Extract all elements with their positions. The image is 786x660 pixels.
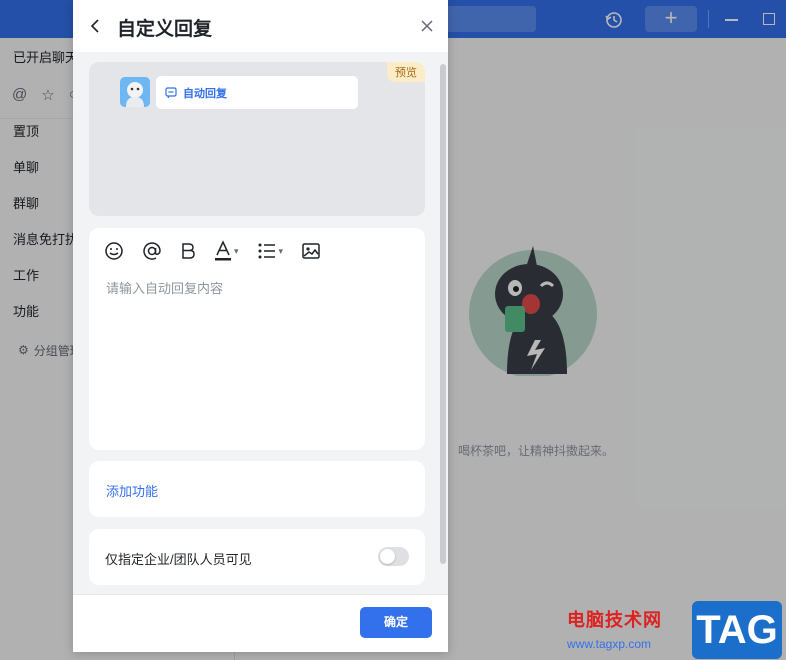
preview-badge: 预览	[387, 62, 425, 82]
text-color-icon[interactable]: ▾	[214, 240, 239, 262]
dialog-footer: 确定	[73, 594, 448, 652]
bubble-text: 自动回复	[183, 87, 227, 100]
chevron-down-icon: ▾	[278, 245, 284, 256]
chevron-down-icon: ▾	[234, 245, 239, 256]
watermark-text: 电脑技术网	[567, 610, 662, 630]
custom-reply-dialog: 自定义回复 预览 自动回复 ▾ ▾ 请输入自动回复内容 添加功能 仅指定企业/团…	[73, 0, 448, 652]
preview-bubble: 自动回复	[156, 76, 358, 109]
dialog-title: 自定义回复	[117, 19, 213, 40]
editor-toolbar: ▾ ▾	[104, 240, 339, 262]
back-icon[interactable]	[88, 17, 102, 35]
toggle-knob	[380, 549, 395, 564]
visibility-label: 仅指定企业/团队人员可见	[105, 552, 252, 567]
add-function-link[interactable]: 添加功能	[106, 481, 158, 500]
watermark-url: www.tagxp.com	[567, 637, 652, 651]
mention-icon[interactable]	[142, 240, 162, 262]
add-function-card: 添加功能	[89, 461, 425, 517]
preview-card: 预览 自动回复	[89, 62, 425, 216]
bold-icon[interactable]	[180, 240, 196, 262]
list-icon[interactable]: ▾	[257, 240, 284, 262]
confirm-button[interactable]: 确定	[360, 607, 432, 638]
reply-content-input[interactable]: 请输入自动回复内容	[106, 278, 223, 297]
image-icon[interactable]	[301, 240, 321, 262]
avatar	[120, 77, 150, 107]
watermark: 电脑技术网 www.tagxp.com TAG	[560, 600, 786, 660]
visibility-toggle[interactable]	[378, 547, 409, 566]
dialog-header: 自定义回复	[73, 0, 448, 52]
scrollbar[interactable]	[440, 64, 446, 564]
visibility-card: 仅指定企业/团队人员可见	[89, 529, 425, 585]
emoji-icon[interactable]	[104, 240, 124, 262]
editor-card[interactable]: ▾ ▾ 请输入自动回复内容	[89, 228, 425, 450]
close-icon[interactable]	[419, 18, 435, 34]
message-icon	[165, 86, 177, 98]
watermark-logo: TAG	[692, 601, 782, 659]
